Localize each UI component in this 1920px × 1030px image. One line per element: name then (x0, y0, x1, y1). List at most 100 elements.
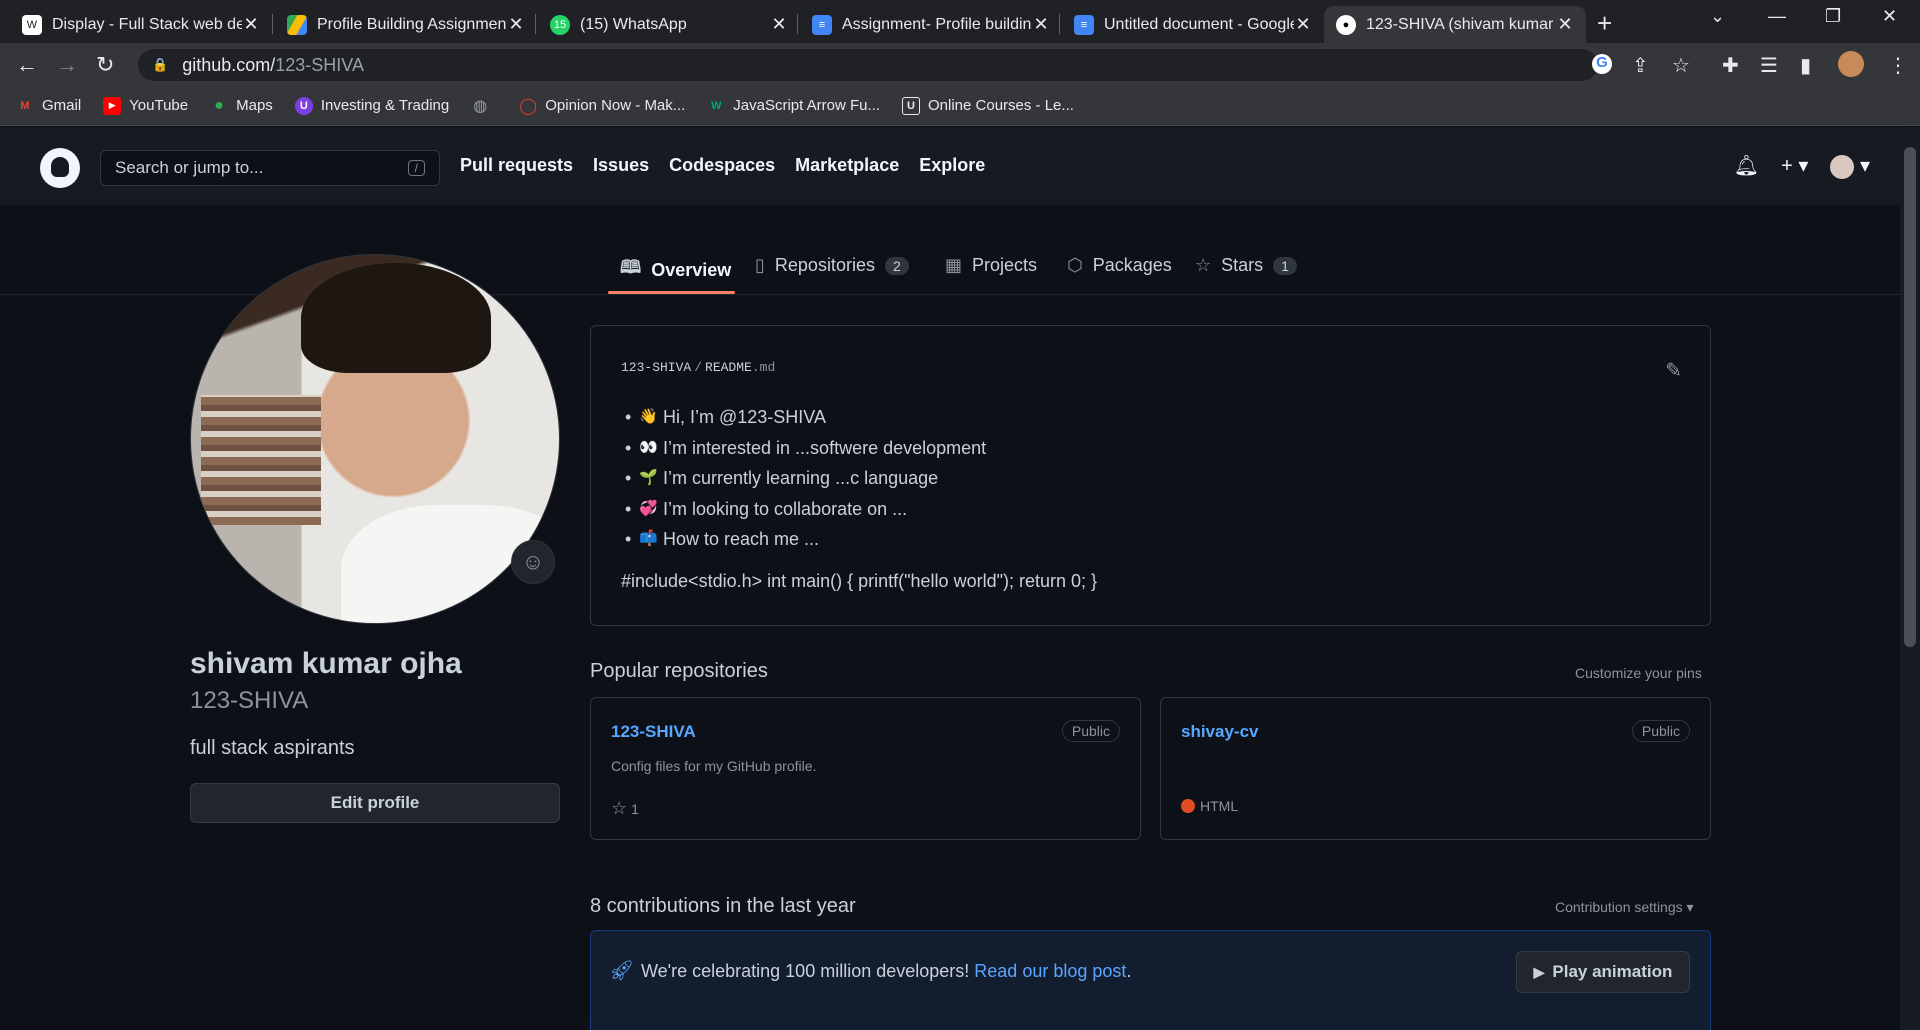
list-item: 🌱I’m currently learning ...c language (625, 463, 986, 494)
google-docs-icon: ≡ (1074, 14, 1094, 35)
google-lens-icon[interactable]: G (1592, 54, 1612, 74)
profile-avatar[interactable] (190, 254, 560, 624)
tab-packages[interactable]: ⬡ Packages (1067, 255, 1172, 276)
google-docs-icon: ≡ (812, 14, 832, 35)
repo-name-link[interactable]: shivay-cv (1181, 722, 1259, 742)
forward-arrow-icon[interactable]: → (56, 52, 78, 78)
repo-stars-link[interactable]: ☆ 1 (611, 798, 639, 819)
extensions-puzzle-icon[interactable]: ✚ (1722, 53, 1739, 78)
user-avatar-menu[interactable]: ▾ (1830, 153, 1870, 179)
bookmark-courses[interactable]: U Online Courses - Le... (902, 96, 1074, 115)
share-icon[interactable]: ⇪ (1632, 53, 1649, 78)
blog-post-link[interactable]: Read our blog post (974, 961, 1126, 981)
media-control-icon[interactable]: ☰ (1760, 53, 1778, 78)
tab-projects[interactable]: ▦ Projects (945, 255, 1037, 276)
nav-issues[interactable]: Issues (593, 155, 649, 176)
tab-title: (15) WhatsApp (580, 15, 687, 33)
visibility-badge: Public (1631, 720, 1690, 742)
play-animation-button[interactable]: ▶ Play animation (1516, 951, 1690, 993)
nav-explore[interactable]: Explore (919, 155, 985, 176)
github-icon: ● (1336, 14, 1356, 35)
readme-owner-link[interactable]: 123-SHIVA (621, 360, 691, 375)
nav-pull-requests[interactable]: Pull requests (460, 155, 573, 176)
profile-bio: full stack aspirants (190, 737, 355, 759)
browser-tab[interactable]: Profile Building Assignment ✕ (275, 6, 537, 43)
kebab-menu-icon[interactable]: ⋮ (1888, 53, 1908, 78)
youtube-icon: ▶ (103, 96, 122, 115)
readme-code-text: #include<stdio.h> int main() { printf("h… (621, 571, 1098, 591)
selected-tab-underline (608, 291, 735, 294)
github-logo-icon[interactable] (40, 148, 80, 188)
wave-emoji-icon: 👋 (639, 408, 658, 425)
visibility-badge: Public (1061, 720, 1120, 742)
create-plus-icon[interactable]: + ▾ (1781, 153, 1808, 178)
profile-name: shivam kumar ojha (190, 647, 462, 680)
repo-name-link[interactable]: 123-SHIVA (611, 722, 696, 742)
page-scrollbar[interactable] (1900, 127, 1920, 1030)
tab-overview[interactable]: 🕮︎ Overview (620, 255, 731, 285)
close-window-icon[interactable]: ✕ (1882, 6, 1897, 27)
mailbox-emoji-icon: 📫 (639, 530, 658, 547)
browser-tab-active[interactable]: ● 123-SHIVA (shivam kumar ojha) ✕ (1324, 6, 1586, 43)
gmail-icon: M (20, 99, 30, 112)
popular-repos-heading: Popular repositories (590, 660, 768, 682)
browser-tab[interactable]: 15 (15) WhatsApp ✕ (538, 6, 800, 43)
search-box[interactable]: / (100, 150, 440, 186)
rocket-icon: 🚀︎ (609, 960, 635, 982)
back-arrow-icon[interactable]: ← (16, 52, 38, 78)
book-icon: 🕮︎ (620, 257, 642, 277)
tab-stars[interactable]: ☆ Stars 1 (1195, 255, 1297, 276)
bookmark-star-icon[interactable]: ☆ (1672, 53, 1690, 78)
nav-codespaces[interactable]: Codespaces (669, 155, 775, 176)
close-icon[interactable]: ✕ (242, 14, 260, 35)
tab-title: Display - Full Stack web dev (52, 15, 242, 33)
global-nav: Pull requests Issues Codespaces Marketpl… (460, 155, 1005, 176)
repositories-count: 2 (884, 256, 909, 275)
readme-file-link[interactable]: README (705, 360, 752, 375)
restore-icon[interactable]: ❐ (1825, 6, 1841, 27)
list-item: 💞I’m looking to collaborate on ... (625, 494, 986, 525)
language-color-dot (1181, 799, 1195, 813)
star-icon: ☆ (1195, 255, 1212, 275)
browser-tab[interactable]: W Display - Full Stack web dev ✕ (10, 6, 272, 43)
bookmark-javascript[interactable]: W JavaScript Arrow Fu... (707, 97, 880, 115)
browser-tab[interactable]: ≡ Assignment- Profile building ✕ (800, 6, 1062, 43)
tab-title: Profile Building Assignment (317, 15, 507, 33)
address-bar[interactable]: 🔒 github.com/123-SHIVA (138, 49, 1598, 81)
reload-icon[interactable]: ↻ (96, 52, 114, 78)
tab-search-chevron-icon[interactable]: ⌄ (1710, 6, 1725, 27)
customize-pins-link[interactable]: Customize your pins (1575, 665, 1702, 681)
close-icon[interactable]: ✕ (1032, 14, 1050, 35)
new-tab-plus-icon[interactable]: + (1597, 8, 1612, 39)
bookmark-opinion[interactable]: ◯ Opinion Now - Mak... (519, 97, 685, 115)
contribution-settings-dropdown[interactable]: Contribution settings ▾ (1555, 899, 1694, 916)
table-icon: ▦ (945, 255, 963, 275)
bookmark-maps[interactable]: ● Maps (210, 97, 273, 115)
minimize-icon[interactable]: — (1768, 6, 1786, 27)
hearts-emoji-icon: 💞 (639, 499, 658, 517)
list-item: 👀I’m interested in ...softwere developme… (625, 433, 986, 464)
repo-icon: ▯ (755, 255, 765, 275)
bookmark-youtube[interactable]: ▶ YouTube (103, 96, 188, 115)
close-icon[interactable]: ✕ (507, 14, 525, 35)
search-input[interactable] (115, 158, 408, 178)
browser-tab[interactable]: ≡ Untitled document - Google ✕ (1062, 6, 1324, 43)
tab-repositories[interactable]: ▯ Repositories 2 (755, 255, 909, 276)
close-icon[interactable]: ✕ (1294, 14, 1312, 35)
close-icon[interactable]: ✕ (770, 14, 788, 35)
set-status-smiley-icon[interactable]: ☺ (511, 540, 555, 584)
bell-icon[interactable]: 🔔︎ (1734, 153, 1759, 178)
wordpress-icon: W (22, 14, 42, 35)
banner-message: We're celebrating 100 million developers… (641, 961, 1132, 981)
bookmark-globe[interactable]: ◍ (471, 97, 497, 115)
edit-profile-button[interactable]: Edit profile (190, 783, 560, 823)
nav-marketplace[interactable]: Marketplace (795, 155, 899, 176)
side-panel-icon[interactable]: ▮ (1800, 53, 1811, 78)
close-icon[interactable]: ✕ (1556, 14, 1574, 35)
scrollbar-thumb[interactable] (1904, 147, 1916, 647)
tab-title: Untitled document - Google (1104, 15, 1294, 33)
browser-profile-avatar[interactable] (1838, 51, 1864, 77)
bookmark-investing[interactable]: U Investing & Trading (294, 96, 449, 115)
edit-pencil-icon[interactable]: ✎ (1665, 358, 1682, 383)
bookmark-gmail[interactable]: M Gmail (16, 97, 81, 115)
